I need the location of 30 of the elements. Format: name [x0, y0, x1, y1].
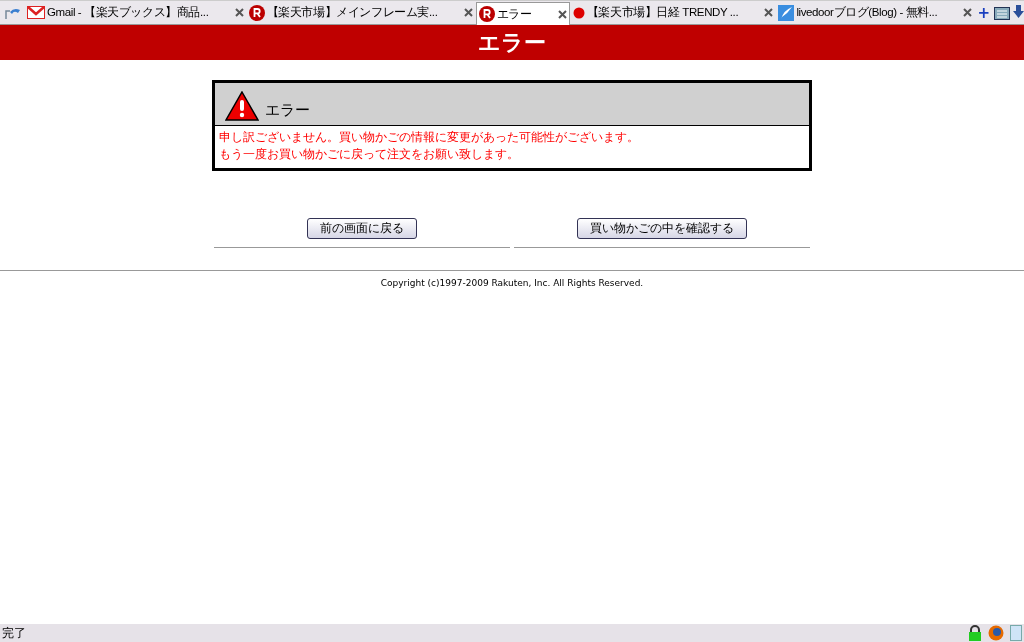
- error-message: もう一度お買い物かごに戻って注文をお願い致します。: [219, 146, 520, 163]
- status-text: 完了: [2, 624, 26, 642]
- new-tab-button[interactable]: +: [977, 3, 990, 22]
- close-icon[interactable]: [234, 8, 244, 17]
- dot-icon: [572, 6, 585, 19]
- browser-tab[interactable]: Gmail - 【楽天ブックス】商品...: [25, 1, 246, 24]
- error-title: エラー: [265, 101, 310, 120]
- globe-icon: [988, 625, 1004, 641]
- close-icon[interactable]: [557, 9, 567, 19]
- page-icon: [1010, 625, 1022, 641]
- browser-tab[interactable]: 【楽天市場】メインフレーム実...: [246, 1, 475, 24]
- down-arrow-icon[interactable]: [1013, 5, 1024, 18]
- warning-icon: [225, 91, 259, 121]
- browser-tab[interactable]: エラー: [475, 2, 570, 25]
- r-logo-icon: [248, 4, 265, 21]
- envelope-icon: [27, 6, 45, 19]
- padlock-icon: [968, 625, 982, 641]
- r-logo-icon: [478, 6, 495, 22]
- close-icon[interactable]: [963, 8, 973, 17]
- copyright-text: Copyright (c)1997-2009 Rakuten, Inc. All Rights Reserved.: [380, 278, 644, 288]
- error-message: 申し訳ございません。買い物かごの情報に変更があった可能性がございます。: [219, 129, 640, 146]
- close-icon[interactable]: [463, 8, 473, 17]
- action-button[interactable]: 前の画面に戻る: [307, 218, 417, 239]
- feather-icon: [778, 4, 795, 21]
- close-icon[interactable]: [764, 8, 774, 17]
- page-title: エラー: [478, 28, 546, 57]
- action-button[interactable]: 買い物かごの中を確認する: [577, 218, 747, 239]
- browser-tab[interactable]: 【楽天市場】日経 TRENDY ...: [570, 1, 776, 24]
- clipboard-icon[interactable]: [994, 5, 1011, 20]
- browser-tab[interactable]: livedoorブログ(Blog) - 無料...: [776, 1, 975, 24]
